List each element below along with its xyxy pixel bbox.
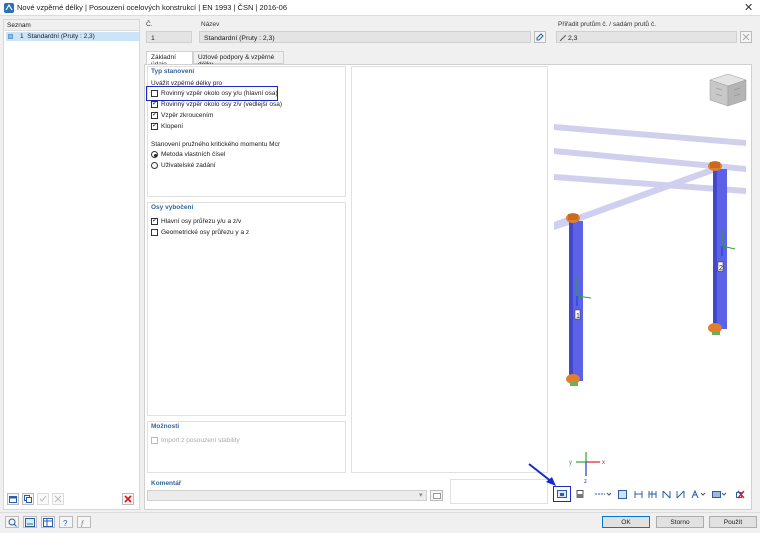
- label-geometric-axes: Geometrické osy průřezu y a z: [161, 229, 250, 236]
- svg-text:f: f: [81, 519, 85, 527]
- close-icon[interactable]: ✕: [744, 1, 753, 14]
- table-icon[interactable]: [41, 516, 55, 528]
- checkbox-geometric-axes[interactable]: [151, 229, 158, 236]
- comment-title: Komentář: [151, 480, 182, 487]
- assign-label: Přiřadit prutům č. / sadám prutů č.: [558, 21, 656, 28]
- label-import-stability: Import z posouzení stability: [161, 437, 240, 444]
- label-eigenvalue: Metoda vlastních čísel: [161, 151, 226, 158]
- support-node: [708, 161, 722, 171]
- column-1-shade: [569, 221, 573, 381]
- checkbox-lateral-torsional[interactable]: [151, 121, 158, 130]
- view-y-icon[interactable]: [647, 489, 657, 499]
- label-torsional: Vzpěr zkroucením: [161, 112, 214, 119]
- label-principal-axes: Hlavní osy průřezu y/u a z/v: [161, 218, 242, 225]
- ok-button[interactable]: OK: [602, 516, 650, 528]
- mcr-title: Stanovení pružného kritického momentu Mc…: [151, 141, 280, 148]
- list-toolbar: [7, 493, 67, 505]
- name-field[interactable]: Standardní (Pruty : 2,3): [199, 31, 531, 43]
- label-lateral-torsional: Klopení: [161, 123, 184, 130]
- no-field[interactable]: 1: [146, 31, 192, 43]
- formula-icon[interactable]: f: [77, 516, 91, 528]
- axis-label-y: y: [569, 460, 572, 466]
- list-header-label: Seznam: [7, 22, 31, 29]
- dimension-icon[interactable]: [593, 489, 613, 499]
- print-icon[interactable]: [575, 489, 585, 499]
- no-label: Č.: [146, 21, 153, 28]
- tab-basic[interactable]: Základní údaje: [146, 51, 193, 68]
- item-color-icon: [8, 34, 13, 39]
- options-section-title: Možnosti: [151, 423, 180, 430]
- list-item-label: 1 Standardní (Pruty : 2,3): [20, 33, 95, 40]
- view-cube-icon[interactable]: [709, 73, 747, 107]
- new-item-icon[interactable]: [7, 493, 19, 505]
- list-item-number: 1: [20, 33, 24, 40]
- no-value: 1: [151, 35, 155, 42]
- checkbox-principal-axes[interactable]: [151, 216, 158, 225]
- svg-text:?: ?: [63, 519, 68, 527]
- axis-label-x: x: [602, 460, 605, 466]
- checkbox-torsional[interactable]: [151, 110, 158, 119]
- checkbox-major-axis[interactable]: [151, 90, 158, 97]
- section-view-icon[interactable]: [617, 489, 627, 499]
- comment-input[interactable]: [147, 490, 427, 501]
- units-icon[interactable]: [23, 516, 37, 528]
- view-z-icon[interactable]: [661, 489, 671, 499]
- member-icon: [560, 35, 566, 41]
- list-header: Seznam: [4, 20, 139, 31]
- radio-eigenvalue[interactable]: [151, 151, 158, 158]
- model-drawing: 1 2 x y z: [554, 73, 747, 485]
- search-icon[interactable]: [5, 516, 19, 528]
- app-icon: [4, 3, 14, 13]
- axis-label-z: z: [584, 479, 587, 484]
- label-major-axis: Rovinný vzpěr okolo osy y/u (hlavní osa): [161, 90, 278, 97]
- comment-edit-icon[interactable]: [430, 490, 443, 501]
- support-node: [566, 374, 580, 386]
- edit-name-icon[interactable]: [534, 31, 546, 43]
- assign-value: 2,3: [568, 35, 578, 42]
- delete-icon[interactable]: [122, 493, 134, 505]
- beam: [554, 124, 746, 146]
- view-iso-icon[interactable]: [675, 489, 685, 499]
- apply-button[interactable]: Použít: [709, 516, 757, 528]
- middle-panel: [351, 66, 548, 473]
- bottom-toolbar: ? f: [5, 516, 91, 528]
- axes-section-title: Osy vybočení: [151, 204, 194, 211]
- title-bar: Nové vzpěrné délky | Posouzení ocelových…: [0, 0, 760, 16]
- view-x-icon[interactable]: [633, 489, 643, 499]
- beam: [570, 166, 716, 224]
- render-mode-icon[interactable]: [711, 489, 729, 499]
- assign-field[interactable]: 2,3: [556, 31, 737, 43]
- checkbox-minor-axis[interactable]: [151, 99, 158, 108]
- support-node: [708, 323, 722, 335]
- window-title: Nové vzpěrné délky | Posouzení ocelových…: [17, 3, 288, 12]
- checkbox-import-stability[interactable]: [151, 437, 158, 444]
- cancel-button[interactable]: Storno: [656, 516, 704, 528]
- label-minor-axis: Rovinný vzpěr okolo osy z/v (vedlejší os…: [161, 101, 283, 108]
- list-item[interactable]: 1 Standardní (Pruty : 2,3): [6, 32, 139, 41]
- name-value: Standardní (Pruty : 2,3): [204, 35, 275, 42]
- reset-view-icon[interactable]: [735, 489, 747, 499]
- global-axes-icon: x y z: [569, 452, 605, 485]
- chevron-down-icon[interactable]: ▾: [419, 491, 423, 499]
- member-label-2: 2: [719, 265, 723, 272]
- view-display-icon[interactable]: [556, 489, 568, 499]
- label-user-defined: Uživatelské zadání: [161, 162, 216, 169]
- check-item-icon[interactable]: [37, 493, 49, 505]
- radio-user-defined[interactable]: [151, 162, 158, 169]
- select-members-icon[interactable]: [740, 31, 752, 43]
- column-2-shade: [713, 169, 717, 329]
- uncheck-item-icon[interactable]: [52, 493, 64, 505]
- type-section-title: Typ stanovení: [151, 68, 195, 75]
- member-label-1: 1: [576, 313, 580, 320]
- tab-supports[interactable]: Uzlové podpory & vzpěrné délky: [193, 51, 284, 68]
- help-icon[interactable]: ?: [59, 516, 73, 528]
- list-panel: Seznam 1 Standardní (Pruty : 2,3): [3, 19, 140, 510]
- name-label: Název: [201, 21, 220, 28]
- model-view[interactable]: 1 2 x y z: [552, 66, 750, 485]
- list-item-text: Standardní (Pruty : 2,3): [27, 33, 95, 40]
- view-mode-icon[interactable]: [690, 489, 708, 499]
- support-node: [566, 213, 580, 223]
- copy-item-icon[interactable]: [22, 493, 34, 505]
